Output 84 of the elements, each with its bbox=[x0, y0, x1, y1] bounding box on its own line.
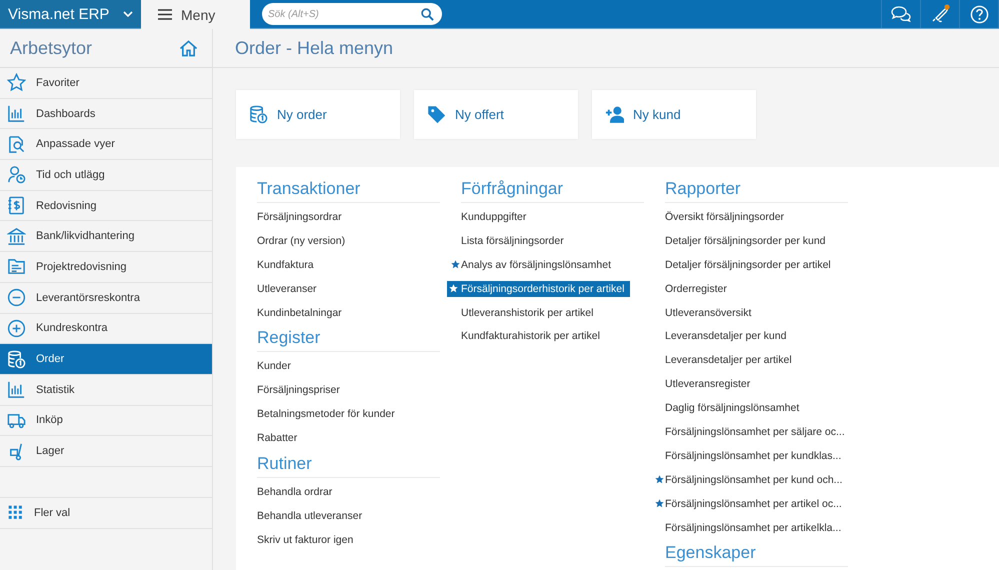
menu-link[interactable]: Översikt försäljningsorder bbox=[665, 209, 848, 225]
section-heading: Rutiner bbox=[257, 454, 440, 478]
coins-icon bbox=[7, 350, 26, 369]
menu-link[interactable]: Leveransdetaljer per artikel bbox=[665, 352, 848, 368]
quick-action-card[interactable]: Ny order bbox=[236, 90, 400, 139]
sidebar-item[interactable]: Statistik bbox=[0, 374, 212, 406]
menu-link[interactable]: Kundfaktura bbox=[257, 256, 440, 273]
star-icon[interactable] bbox=[451, 260, 460, 269]
menu-link[interactable]: Detaljer försäljningsorder per artikel bbox=[665, 256, 848, 273]
sidebar-title: Arbetsytor bbox=[10, 38, 92, 58]
plus-circle-icon bbox=[7, 318, 26, 338]
app-switcher[interactable]: Visma.net ERP bbox=[0, 0, 141, 28]
minus-circle-icon bbox=[7, 288, 26, 308]
menu-link[interactable]: Daglig försäljningslönsamhet bbox=[665, 400, 848, 416]
menu-link[interactable]: Försäljningslönsamhet per säljare oc... bbox=[665, 424, 848, 440]
menu-link[interactable]: Försäljningsorderhistorik per artikel bbox=[447, 280, 630, 297]
search-field[interactable]: Sök (Alt+S) bbox=[262, 3, 442, 25]
menu-link[interactable]: Försäljningslönsamhet per kund och... bbox=[665, 472, 848, 488]
menu-link[interactable]: Behandla utleveranser bbox=[257, 508, 440, 524]
section-heading: Transaktioner bbox=[257, 179, 440, 203]
sidebar-item[interactable]: Inköp bbox=[0, 406, 212, 436]
menu-link[interactable]: Utleveranshistorik per artikel bbox=[461, 304, 644, 321]
section-heading: Rapporter bbox=[665, 179, 848, 203]
sidebar-item[interactable]: Anpassade vyer bbox=[0, 129, 212, 160]
menu-link[interactable]: Ordrar (ny version) bbox=[257, 232, 440, 249]
star-icon bbox=[7, 73, 26, 92]
quick-action-card[interactable]: Ny offert bbox=[414, 90, 578, 139]
menu-link[interactable]: Utleveransöversikt bbox=[665, 304, 848, 321]
document-search-icon bbox=[7, 134, 26, 154]
sidebar-item[interactable]: Bank/likvidhantering bbox=[0, 221, 212, 252]
star-icon[interactable] bbox=[449, 284, 458, 293]
folder-list-icon bbox=[7, 257, 26, 276]
menu-link[interactable]: Försäljningslönsamhet per artikel oc... bbox=[665, 496, 848, 512]
menu-link[interactable]: Kundinbetalningar bbox=[257, 304, 440, 321]
menu-icon bbox=[158, 9, 172, 20]
menu-link[interactable]: Försäljningspriser bbox=[257, 382, 440, 398]
menu-link[interactable]: Försäljningslönsamhet per artikelkla... bbox=[665, 520, 848, 536]
menu-link[interactable]: Leveransdetaljer per kund bbox=[665, 328, 848, 344]
menu-link[interactable]: Kundfakturahistorik per artikel bbox=[461, 328, 644, 344]
tag-icon bbox=[427, 105, 446, 124]
menu-link[interactable]: Skriv ut fakturor igen bbox=[257, 532, 440, 548]
menu-link[interactable]: Utleveransregister bbox=[665, 376, 848, 392]
section-heading: Register bbox=[257, 328, 440, 352]
menu-link[interactable]: Försäljningslönsamhet per kundklas... bbox=[665, 448, 848, 464]
add-person-icon bbox=[605, 105, 624, 124]
menu-link[interactable]: Betalningsmetoder för kunder bbox=[257, 406, 440, 422]
coins-icon bbox=[249, 105, 268, 124]
section-heading: Egenskaper bbox=[665, 543, 848, 568]
star-icon[interactable] bbox=[655, 498, 664, 508]
sidebar-item[interactable]: Redovisning bbox=[0, 190, 212, 222]
menu-link[interactable]: Analys av försäljningslönsamhet bbox=[461, 256, 644, 273]
sidebar-item[interactable]: Dashboards bbox=[0, 98, 212, 130]
menu-button[interactable]: Meny bbox=[141, 0, 250, 29]
home-icon[interactable] bbox=[179, 40, 198, 56]
chat-icon bbox=[891, 6, 911, 22]
person-clock-icon bbox=[7, 165, 26, 184]
sidebar-item[interactable]: Fler val bbox=[0, 498, 212, 529]
menu-link[interactable]: Lista försäljningsorder bbox=[461, 232, 644, 249]
help-icon bbox=[970, 4, 988, 24]
grid-icon bbox=[7, 504, 24, 522]
sidebar-item[interactable]: Favoriter bbox=[0, 68, 212, 99]
section-heading: Förfrågningar bbox=[461, 179, 644, 203]
bank-icon bbox=[7, 226, 26, 246]
menu-link[interactable]: Försäljningsordrar bbox=[257, 209, 440, 225]
menu-link[interactable]: Kunduppgifter bbox=[461, 209, 644, 225]
notebook-dollar-icon bbox=[7, 196, 26, 216]
menu-link[interactable]: Behandla ordrar bbox=[257, 484, 440, 500]
sidebar-item[interactable]: Leverantörsreskontra bbox=[0, 282, 212, 314]
sidebar-item[interactable]: Lager bbox=[0, 436, 212, 467]
sidebar-item[interactable]: Order bbox=[0, 344, 212, 375]
sidebar-item[interactable]: Projektredovisning bbox=[0, 252, 212, 283]
quick-action-card[interactable]: Ny kund bbox=[592, 90, 756, 139]
chevron-down-icon bbox=[123, 11, 134, 17]
menu-link[interactable]: Rabatter bbox=[257, 430, 440, 446]
menu-link[interactable]: Kunder bbox=[257, 358, 440, 374]
menu-link[interactable]: Utleveranser bbox=[257, 280, 440, 297]
menu-link[interactable]: Detaljer försäljningsorder per kund bbox=[665, 232, 848, 249]
search-icon bbox=[421, 8, 434, 21]
sidebar-item[interactable]: Tid och utlägg bbox=[0, 160, 212, 191]
bar-chart-icon bbox=[7, 380, 26, 400]
menu-link[interactable]: Orderregister bbox=[665, 280, 848, 297]
star-icon[interactable] bbox=[655, 474, 664, 484]
bar-chart-icon bbox=[7, 104, 26, 124]
page-title: Order - Hela menyn bbox=[235, 38, 394, 58]
